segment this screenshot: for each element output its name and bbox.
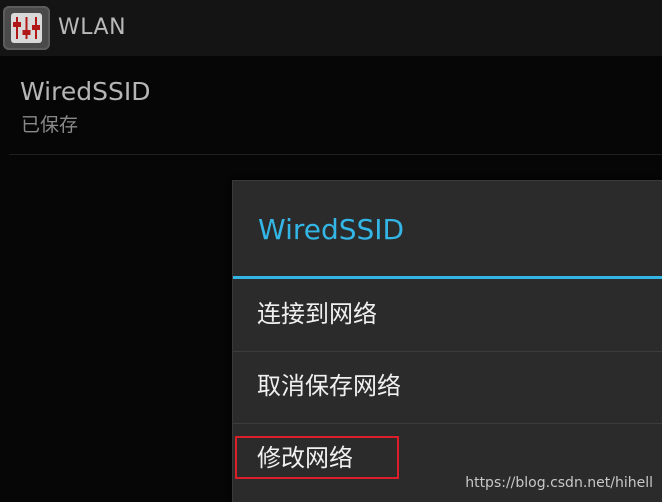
- page-title: WLAN: [58, 15, 127, 40]
- menu-item-forget[interactable]: 取消保存网络: [233, 352, 662, 423]
- network-status: 已保存: [21, 114, 79, 136]
- menu-item-label: 连接到网络: [257, 300, 377, 328]
- highlight-box: [235, 436, 399, 479]
- list-divider: [9, 154, 662, 155]
- network-list-item[interactable]: WiredSSID 已保存: [0, 56, 662, 156]
- action-bar: WLAN: [0, 0, 662, 56]
- dialog-title-divider: [233, 276, 662, 279]
- network-context-dialog: WiredSSID 连接到网络 取消保存网络 修改网络: [232, 180, 662, 502]
- dialog-title: WiredSSID: [258, 213, 405, 246]
- menu-item-label: 取消保存网络: [257, 372, 401, 400]
- menu-item-connect[interactable]: 连接到网络: [233, 280, 662, 351]
- settings-sliders-icon[interactable]: [3, 6, 50, 50]
- network-ssid: WiredSSID: [20, 77, 151, 106]
- watermark: https://blog.csdn.net/hihell: [465, 475, 653, 491]
